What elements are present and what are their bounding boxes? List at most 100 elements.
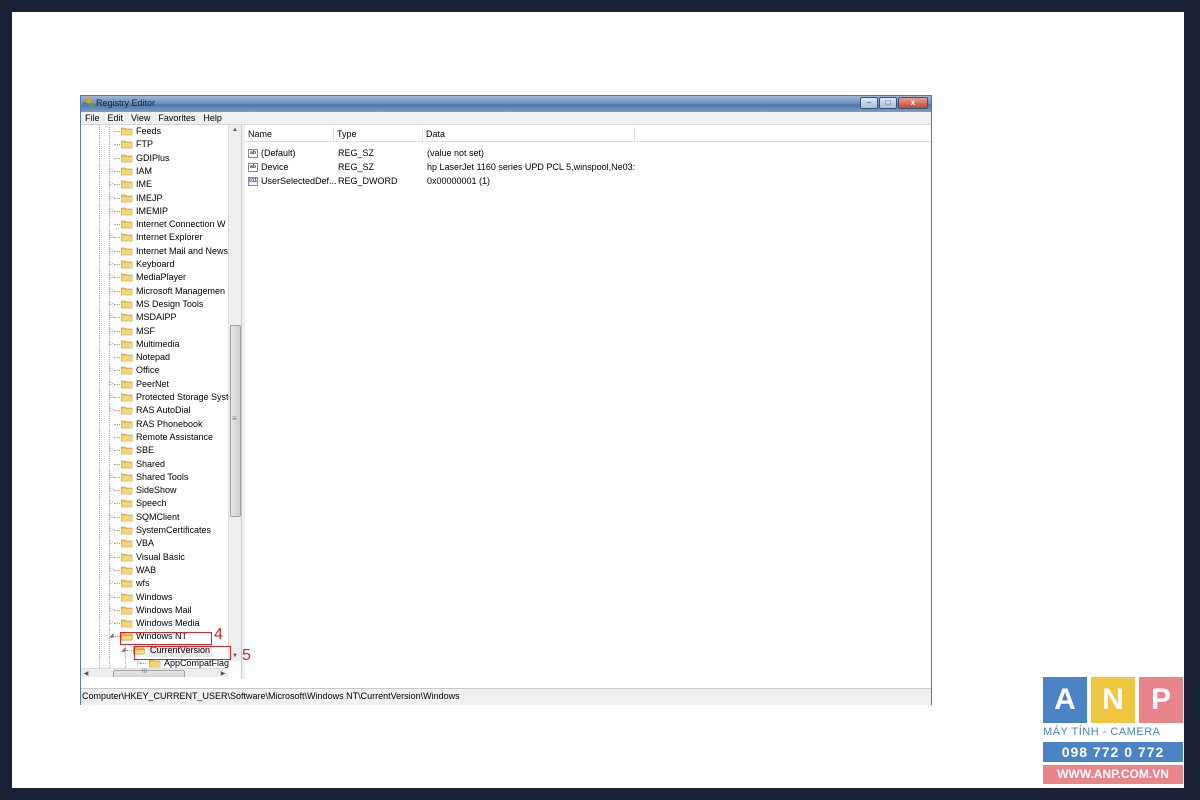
minimize-button[interactable]: – xyxy=(860,97,878,109)
menu-help[interactable]: Help xyxy=(199,112,226,124)
expand-arrow-icon[interactable]: ▷ xyxy=(109,527,114,534)
scroll-up-icon[interactable]: ▲ xyxy=(229,125,241,135)
expand-arrow-icon[interactable]: ▷ xyxy=(109,447,114,454)
expand-arrow-icon[interactable]: ▷ xyxy=(109,261,114,268)
expand-arrow-icon[interactable]: ▷ xyxy=(109,620,114,627)
maximize-button[interactable]: □ xyxy=(879,97,897,109)
tree-item[interactable]: ▷ Speech xyxy=(81,497,241,511)
column-type[interactable]: Type xyxy=(334,127,423,141)
close-button[interactable]: x xyxy=(898,97,928,109)
expand-arrow-icon[interactable]: ▷ xyxy=(109,500,114,507)
expand-arrow-icon[interactable]: ▷ xyxy=(109,195,114,202)
tree-item[interactable]: Internet Connection W xyxy=(81,218,241,232)
tree-item[interactable]: ▷ Shared Tools xyxy=(81,470,241,484)
tree-item[interactable]: Shared xyxy=(81,457,241,471)
tree-item[interactable]: ▷ Microsoft Managemen xyxy=(81,284,241,298)
tree-item[interactable]: ▷ Internet Mail and News xyxy=(81,244,241,258)
expand-arrow-icon[interactable]: ▷ xyxy=(109,314,114,321)
expand-arrow-icon[interactable]: ▷ xyxy=(109,274,114,281)
value-row[interactable]: 011 UserSelectedDef... REG_DWORD 0x00000001… xyxy=(245,175,931,188)
expand-arrow-icon[interactable]: ▷ xyxy=(109,554,114,561)
tree-item[interactable]: ▷ VBA xyxy=(81,537,241,551)
value-type: REG_DWORD xyxy=(338,176,398,186)
tree-item[interactable]: ▷ IME xyxy=(81,178,241,192)
tree-item[interactable]: Notepad xyxy=(81,351,241,365)
tree-item[interactable]: ▷ Protected Storage Syste xyxy=(81,391,241,404)
folder-icon xyxy=(121,593,133,601)
tree-item[interactable]: ▷ SQMClient xyxy=(81,510,241,524)
expand-arrow-icon[interactable]: ▷ xyxy=(109,394,114,401)
tree-item[interactable]: ▷ MSDAIPP xyxy=(81,311,241,325)
expand-arrow-icon[interactable]: ▷ xyxy=(137,660,142,667)
column-name[interactable]: Name xyxy=(245,127,334,141)
expand-arrow-icon[interactable]: ▷ xyxy=(109,567,114,574)
registry-key-tree[interactable]: Feeds FTP GDIPlus ▷ IAM ▷ IME ▷ IMEJP ▷ IMEMIP Inte… xyxy=(81,125,241,677)
tree-item[interactable]: ▷ MediaPlayer xyxy=(81,271,241,285)
tree-item[interactable]: RAS Phonebook xyxy=(81,417,241,431)
expand-arrow-icon[interactable]: ▷ xyxy=(109,474,114,481)
expand-arrow-icon[interactable]: ▷ xyxy=(109,487,114,494)
tree-item[interactable]: ▷ wfs xyxy=(81,577,241,591)
expand-arrow-icon[interactable]: ▷ xyxy=(109,367,114,374)
tree-item[interactable]: ▷ MSF xyxy=(81,324,241,338)
tree-item[interactable]: ▷ Keyboard xyxy=(81,258,241,271)
tree-item[interactable]: ▷ IAM xyxy=(81,164,241,178)
value-row[interactable]: ab Device REG_SZ hp LaserJet 1160 series UP… xyxy=(245,161,931,174)
tree-item[interactable]: Feeds xyxy=(81,125,241,138)
tree-item[interactable]: ▷ SideShow xyxy=(81,484,241,498)
expand-arrow-icon[interactable]: ▷ xyxy=(109,540,114,547)
collapse-arrow-icon[interactable]: ◢ xyxy=(121,647,126,654)
expand-arrow-icon[interactable]: ▷ xyxy=(109,381,114,388)
expand-arrow-icon[interactable]: ▷ xyxy=(109,234,114,241)
tree-horizontal-scrollbar[interactable]: ◀ III ▶ xyxy=(81,668,228,677)
scroll-thumb[interactable]: ≡ xyxy=(230,325,241,517)
scroll-right-icon[interactable]: ▶ xyxy=(218,669,228,677)
scroll-left-icon[interactable]: ◀ xyxy=(81,669,91,677)
expand-arrow-icon[interactable]: ▷ xyxy=(109,288,114,295)
tree-item[interactable]: ▷ Multimedia xyxy=(81,337,241,351)
tree-item[interactable]: ▷ Office xyxy=(81,364,241,378)
tree-item[interactable]: ▷ Internet Explorer xyxy=(81,231,241,245)
title-bar[interactable]: Registry Editor – □ x xyxy=(81,96,931,112)
tree-item[interactable]: ▷ IMEJP xyxy=(81,191,241,205)
tree-item[interactable]: ▷ MS Design Tools xyxy=(81,297,241,311)
expand-arrow-icon[interactable]: ▷ xyxy=(109,248,114,255)
tree-branch-line xyxy=(114,210,120,212)
collapse-arrow-icon[interactable]: ◢ xyxy=(109,633,114,640)
expand-arrow-icon[interactable]: ▷ xyxy=(109,301,114,308)
expand-arrow-icon[interactable]: ▷ xyxy=(109,341,114,348)
tree-item[interactable]: ▷ IMEMIP xyxy=(81,204,241,218)
folder-icon xyxy=(121,433,133,442)
expand-arrow-icon[interactable]: ▷ xyxy=(109,607,114,614)
tree-item[interactable]: ▷ PeerNet xyxy=(81,377,241,391)
tree-item[interactable]: FTP xyxy=(81,138,241,152)
tree-vertical-scrollbar[interactable]: ▲ ≡ ▼ xyxy=(228,125,241,661)
expand-arrow-icon[interactable]: ▷ xyxy=(109,181,114,188)
values-list[interactable]: Name Type Data ab (Default) REG_SZ (value n… xyxy=(245,125,931,679)
tree-item-label: MSF xyxy=(136,325,155,336)
expand-arrow-icon[interactable]: ▷ xyxy=(109,514,114,521)
tree-item[interactable]: ▷ Visual Basic xyxy=(81,550,241,564)
tree-item[interactable]: ▷ Windows Mail xyxy=(81,603,241,617)
tree-branch-line xyxy=(114,131,120,132)
tree-item[interactable]: ▷ SystemCertificates xyxy=(81,524,241,537)
tree-item[interactable]: ▷ SBE xyxy=(81,444,241,458)
tree-item[interactable]: ▷ WAB xyxy=(81,563,241,577)
expand-arrow-icon[interactable]: ▷ xyxy=(109,407,114,414)
tree-item[interactable]: ▷ Windows xyxy=(81,590,241,604)
menu-file[interactable]: File xyxy=(81,112,104,124)
menu-view[interactable]: View xyxy=(127,112,154,124)
tree-item[interactable]: Remote Assistance xyxy=(81,430,241,444)
menu-favorites[interactable]: Favorites xyxy=(154,112,199,124)
tree-item[interactable]: GDIPlus xyxy=(81,151,241,165)
menu-edit[interactable]: Edit xyxy=(104,112,128,124)
expand-arrow-icon[interactable]: ▷ xyxy=(109,580,114,587)
expand-arrow-icon[interactable]: ▷ xyxy=(109,208,114,215)
tree-item[interactable]: ▷ RAS AutoDial xyxy=(81,404,241,418)
expand-arrow-icon[interactable]: ▷ xyxy=(109,594,114,601)
column-data[interactable]: Data xyxy=(423,127,635,141)
hscroll-thumb[interactable]: III xyxy=(113,669,185,677)
expand-arrow-icon[interactable]: ▷ xyxy=(109,328,114,335)
expand-arrow-icon[interactable]: ▷ xyxy=(109,168,114,175)
value-row[interactable]: ab (Default) REG_SZ (value not set) xyxy=(245,147,931,160)
